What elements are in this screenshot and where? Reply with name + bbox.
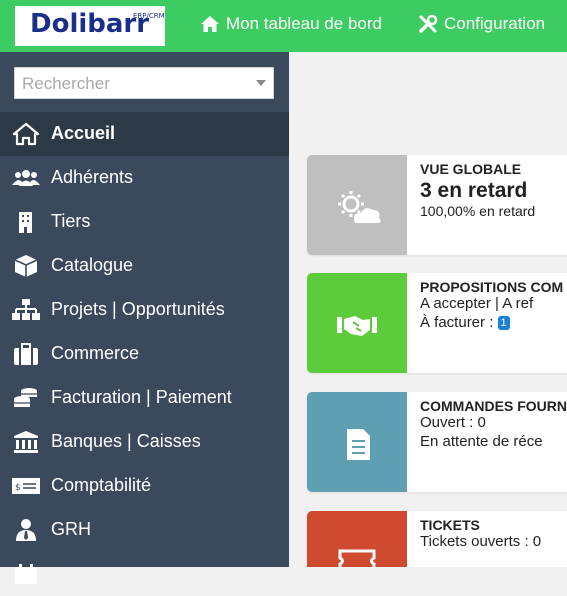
search-placeholder: Rechercher	[22, 74, 110, 93]
building-icon	[19, 212, 32, 233]
card-commandes-fournisseurs[interactable]: COMMANDES FOURN Ouvert : 0 En attente de…	[307, 392, 567, 492]
card-icon-box	[307, 392, 407, 492]
sidebar-item-label: Tiers	[51, 211, 91, 231]
nav-dashboard-link[interactable]: Mon tableau de bord	[200, 14, 382, 34]
card-icon-box	[307, 511, 407, 567]
card-late-count[interactable]: 3 en retard	[420, 179, 527, 203]
card-icon-box	[307, 273, 407, 373]
svg-text:$: $	[15, 483, 21, 493]
top-bar: Dolibarr ERP/CRM Mon tableau de bord Con…	[0, 0, 567, 52]
document-icon	[347, 429, 370, 460]
card-title: VUE GLOBALE	[420, 161, 522, 177]
count-badge: 1	[497, 316, 510, 331]
card-vue-globale[interactable]: VUE GLOBALE 3 en retard 100,00% en retar…	[307, 155, 567, 255]
search-select[interactable]: Rechercher	[14, 67, 274, 99]
sidebar-item-adherents[interactable]: Adhérents	[0, 156, 289, 200]
logo-text: Dolibarr	[30, 9, 150, 39]
sidebar-item-catalogue[interactable]: Catalogue	[0, 244, 289, 288]
sidebar-item-label: Facturation | Paiement	[51, 387, 232, 407]
sidebar-item-label: Accueil	[51, 123, 116, 143]
sidebar-item-label: Comptabilité	[51, 475, 152, 495]
sidebar-item-projets[interactable]: Projets | Opportunités	[0, 288, 289, 332]
card-line-pending[interactable]: En attente de réce	[420, 433, 543, 450]
card-propositions[interactable]: PROPOSITIONS COM A accepter | A ref À fa…	[307, 273, 567, 373]
sidebar-item-commerce[interactable]: Commerce	[0, 332, 289, 376]
ticket-icon	[338, 549, 376, 567]
card-line-tickets-open[interactable]: Tickets ouverts : 0	[420, 533, 541, 550]
home-icon	[12, 122, 40, 146]
calendar-icon	[15, 564, 37, 584]
sidebar-item-tiers[interactable]: Tiers	[0, 200, 289, 244]
sidebar-item-label: Adhérents	[51, 167, 134, 187]
weather-icon	[338, 191, 381, 223]
home-icon	[201, 16, 219, 32]
sidebar-item-label: Catalogue	[51, 255, 134, 275]
tools-icon	[419, 14, 438, 33]
suitcase-icon	[14, 343, 38, 365]
sitemap-icon	[12, 299, 40, 320]
card-tickets[interactable]: TICKETS Tickets ouverts : 0	[307, 511, 567, 567]
nav-dashboard-label: Mon tableau de bord	[226, 14, 382, 33]
cube-icon	[14, 255, 38, 277]
sidebar-item-label: Commerce	[51, 343, 140, 363]
sidebar-item-comptabilite[interactable]: $ Comptabilité	[0, 464, 289, 508]
logo-subtitle: ERP/CRM	[133, 12, 165, 20]
card-line-invoice-label: À facturer :	[420, 314, 498, 331]
user-tie-icon	[16, 519, 36, 541]
sidebar-item-facturation[interactable]: Facturation | Paiement	[0, 376, 289, 420]
sidebar-item-banques[interactable]: Banques | Caisses	[0, 420, 289, 464]
card-title: TICKETS	[420, 517, 480, 533]
main-content: VUE GLOBALE 3 en retard 100,00% en retar…	[289, 52, 567, 567]
sidebar-item-label: Banques | Caisses	[51, 431, 201, 451]
bank-icon	[14, 431, 38, 453]
nav-configuration-label: Configuration	[444, 14, 546, 33]
handshake-icon	[337, 316, 377, 336]
card-late-percent: 100,00% en retard	[420, 203, 536, 219]
dolibarr-logo[interactable]: Dolibarr ERP/CRM	[15, 6, 165, 46]
card-line-open[interactable]: Ouvert : 0	[420, 414, 486, 431]
card-line-accept[interactable]: A accepter | A ref	[420, 295, 533, 312]
sidebar: Rechercher Accueil Adhérents Tiers Catal…	[0, 52, 289, 584]
sidebar-item-agenda[interactable]	[0, 552, 289, 596]
chevron-down-icon[interactable]	[256, 80, 266, 86]
card-title: PROPOSITIONS COM	[420, 279, 564, 295]
sidebar-item-label: GRH	[51, 519, 91, 539]
nav-configuration-link[interactable]: Configuration	[418, 14, 545, 34]
sidebar-item-grh[interactable]: GRH	[0, 508, 289, 552]
card-line-invoice[interactable]: À facturer : 1	[420, 314, 510, 331]
money-check-icon: $	[12, 478, 40, 494]
card-title: COMMANDES FOURN	[420, 398, 567, 414]
card-icon-box	[307, 155, 407, 255]
sidebar-item-label: Projets | Opportunités	[51, 299, 225, 319]
sidebar-item-accueil[interactable]: Accueil	[0, 112, 289, 156]
users-icon	[12, 170, 40, 186]
coins-icon	[14, 388, 37, 407]
